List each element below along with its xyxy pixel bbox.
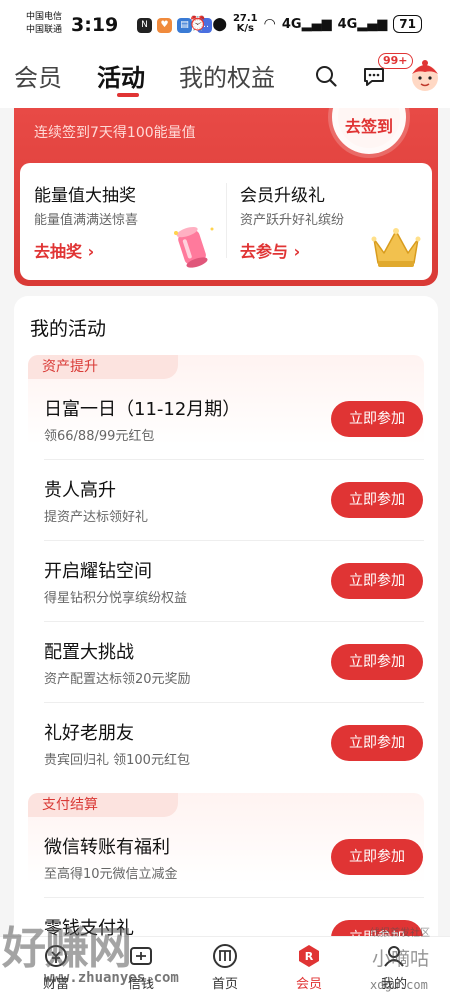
member-icon: R: [299, 945, 319, 967]
activity-title: 微信转账有福利: [44, 837, 170, 858]
nfc-icon: N: [137, 18, 152, 33]
tab-my-benefits[interactable]: 我的权益: [179, 58, 275, 93]
promo-upgrade-title: 会员升级礼: [240, 186, 325, 206]
watermark-right-small: 线报首发社区: [370, 928, 430, 939]
location-icon: ⬤: [212, 16, 227, 32]
list-item[interactable]: 配置大挑战 资产配置达标领20元奖励 立即参加: [28, 622, 424, 703]
sign-in-subtitle: 连续签到7天得100能量值: [34, 125, 196, 141]
join-button[interactable]: 立即参加: [331, 563, 423, 599]
sign-in-card: 连续签到7天得100能量值 去签到 能量值大抽奖 能量值满满送惊喜 去抽奖 › …: [14, 108, 438, 286]
activity-desc: 至高得10元微信立减金: [44, 867, 178, 882]
activity-desc: 领66/88/99元红包: [44, 429, 155, 444]
watermark-url: www.zhuanyes.com: [44, 970, 179, 986]
my-activities-card: 我的活动 资产提升 日富一日（11-12月期） 领66/88/99元红包 立即参…: [14, 296, 438, 999]
promo-lottery-desc: 能量值满满送惊喜: [34, 213, 139, 228]
signal-icon-2: 4G▂▄▆: [337, 16, 388, 32]
section-tag: 支付结算: [28, 793, 178, 817]
promo-upgrade-desc: 资产跃升好礼缤纷: [240, 213, 345, 228]
nav-member[interactable]: R 会员: [279, 943, 339, 992]
list-item[interactable]: 贵人高升 提资产达标领好礼 立即参加: [28, 460, 424, 541]
list-item[interactable]: 日富一日（11-12月期） 领66/88/99元红包 立即参加: [28, 379, 424, 460]
sign-in-button[interactable]: 去签到: [332, 108, 406, 154]
watermark-brand: 好赚网: [2, 923, 132, 974]
carrier-2: 中国联通: [26, 25, 63, 35]
signal-icon-1: 4G▂▄▆: [281, 16, 332, 32]
clock: 3:19: [71, 14, 119, 36]
tab-activities[interactable]: 活动: [97, 58, 145, 93]
search-icon[interactable]: [315, 65, 337, 87]
top-header: 会员 活动 我的权益 99+: [0, 48, 450, 108]
home-icon: [213, 944, 237, 968]
section-asset-growth: 资产提升 日富一日（11-12月期） 领66/88/99元红包 立即参加 贵人高…: [28, 355, 424, 785]
battery-indicator: 71: [393, 15, 422, 33]
promo-card: 能量值大抽奖 能量值满满送惊喜 去抽奖 › 会员升级礼 资产跃升好礼缤纷 去参与…: [20, 163, 432, 280]
promo-lottery-title: 能量值大抽奖: [34, 186, 136, 206]
list-item[interactable]: 礼好老朋友 贵宾回归礼 领100元红包 立即参加: [28, 703, 424, 784]
loan-icon: [130, 947, 152, 965]
carrier-1: 中国电信: [26, 12, 63, 22]
watermark-right-brand: 小嘀咕: [372, 948, 430, 970]
lantern-icon: [174, 226, 214, 268]
join-button[interactable]: 立即参加: [331, 725, 423, 761]
join-button[interactable]: 立即参加: [331, 401, 423, 437]
nav-label: 会员: [295, 977, 322, 992]
activity-desc: 提资产达标领好礼: [44, 510, 149, 525]
status-indicators: ⏰ ⬤ 27.1 K/s ◠ 4G▂▄▆ 4G▂▄▆ 71: [189, 14, 422, 34]
activity-title: 贵人高升: [44, 480, 116, 501]
avatar[interactable]: [406, 56, 444, 96]
active-tab-indicator: [117, 93, 139, 97]
promo-lottery[interactable]: 能量值大抽奖 能量值满满送惊喜 去抽奖 ›: [20, 163, 226, 280]
crown-icon: [371, 228, 421, 267]
watermark-right-url: xdgu.com: [370, 978, 428, 992]
activity-desc: 得星钻积分悦享缤纷权益: [44, 591, 188, 606]
nav-home[interactable]: 首页: [195, 943, 255, 992]
activity-title: 开启耀钻空间: [44, 561, 152, 582]
svg-text:R: R: [305, 950, 314, 963]
activity-desc: 资产配置达标领20元奖励: [44, 672, 191, 687]
activity-title: 礼好老朋友: [44, 723, 134, 744]
join-button[interactable]: 立即参加: [331, 644, 423, 680]
tab-members[interactable]: 会员: [14, 58, 62, 93]
app-icon-orange: ♥: [157, 18, 172, 33]
list-item[interactable]: 开启耀钻空间 得星钻积分悦享缤纷权益 立即参加: [28, 541, 424, 622]
network-speed: 27.1 K/s: [232, 13, 258, 34]
activity-title: 配置大挑战: [44, 642, 134, 663]
join-button[interactable]: 立即参加: [331, 839, 423, 875]
promo-lottery-link[interactable]: 去抽奖 ›: [34, 238, 94, 262]
promo-upgrade[interactable]: 会员升级礼 资产跃升好礼缤纷 去参与 ›: [226, 163, 432, 280]
join-button[interactable]: 立即参加: [331, 482, 423, 518]
activity-desc: 贵宾回归礼 领100元红包: [44, 753, 190, 768]
wifi-icon: ◠: [263, 16, 276, 32]
alarm-icon: ⏰: [188, 16, 207, 32]
my-activities-title: 我的活动: [30, 318, 107, 340]
section-tag: 资产提升: [28, 355, 178, 379]
status-bar: 中国电信 中国联通 3:19 N ♥ ▤ … ⏰ ⬤ 27.1 K/s ◠ 4G…: [0, 0, 450, 48]
carrier-labels: 中国电信 中国联通: [26, 11, 62, 37]
nav-label: 首页: [211, 977, 238, 992]
activity-title: 日富一日（11-12月期）: [44, 399, 241, 420]
promo-upgrade-link[interactable]: 去参与 ›: [240, 238, 300, 262]
list-item[interactable]: 微信转账有福利 至高得10元微信立减金 立即参加: [28, 817, 424, 898]
